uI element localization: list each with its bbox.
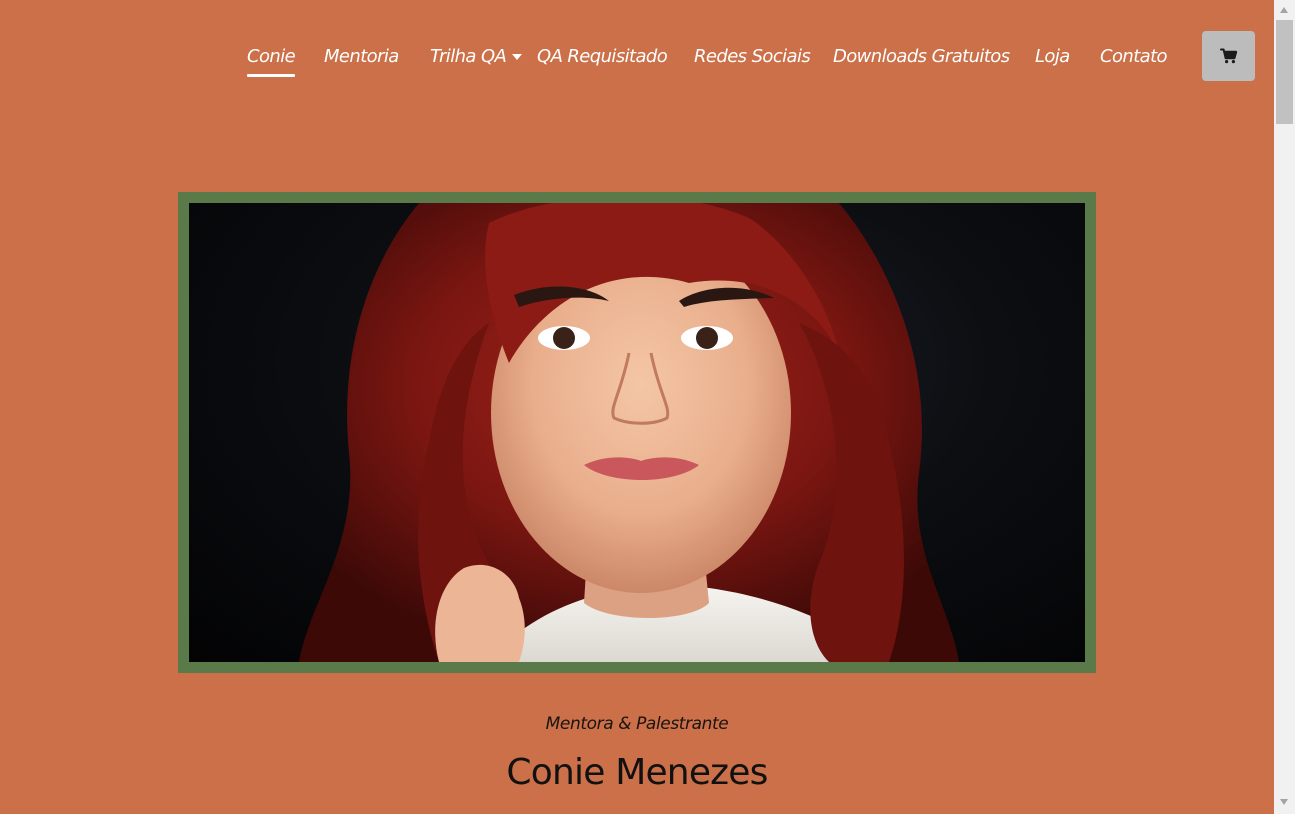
nav-item-downloads-gratuitos[interactable]: Downloads Gratuitos bbox=[833, 44, 1010, 70]
hero-name: Conie Menezes bbox=[506, 752, 768, 793]
portrait-photo bbox=[189, 203, 1085, 662]
hero-subtitle: Mentora & Palestrante bbox=[545, 714, 729, 734]
cart-button[interactable] bbox=[1202, 31, 1255, 81]
page: Conie Mentoria Trilha QA QA Requisitado … bbox=[0, 0, 1274, 814]
portrait-illustration bbox=[299, 203, 959, 662]
chevron-down-icon[interactable] bbox=[512, 54, 522, 60]
nav-item-redes-sociais[interactable]: Redes Sociais bbox=[694, 44, 811, 70]
nav-item-qa-requisitado[interactable]: QA Requisitado bbox=[537, 44, 668, 70]
scroll-down-icon[interactable] bbox=[1280, 799, 1288, 805]
nav-item-conie[interactable]: Conie bbox=[247, 44, 296, 77]
nav-item-mentoria[interactable]: Mentoria bbox=[324, 44, 399, 70]
scroll-up-icon[interactable] bbox=[1280, 7, 1288, 13]
nav-item-loja[interactable]: Loja bbox=[1035, 44, 1070, 70]
main-nav: Conie Mentoria Trilha QA QA Requisitado … bbox=[0, 0, 1274, 112]
nav-item-contato[interactable]: Contato bbox=[1100, 44, 1168, 70]
scrollbar-thumb[interactable] bbox=[1276, 20, 1293, 124]
vertical-scrollbar[interactable] bbox=[1274, 0, 1295, 814]
nav-item-trilha-qa[interactable]: Trilha QA bbox=[430, 44, 507, 70]
shopping-cart-icon bbox=[1219, 48, 1237, 64]
hero-image-frame bbox=[178, 192, 1096, 673]
